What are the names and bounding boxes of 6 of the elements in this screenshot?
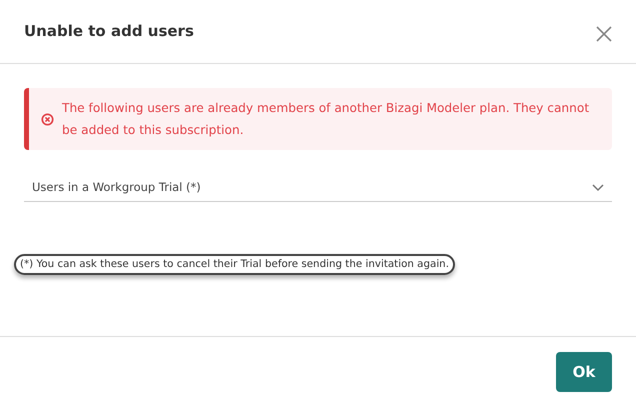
ok-button[interactable]: Ok — [556, 352, 612, 392]
chevron-down-icon — [592, 184, 604, 192]
footnote-text: (*) You can ask these users to cancel their Trial before sending the invitation again. — [14, 254, 455, 276]
error-icon — [41, 112, 54, 126]
error-message: The following users are already members of another Bizagi Modeler plan. They cannot be added to this subscription. — [62, 100, 590, 139]
dialog-title: Unable to add users — [24, 21, 194, 42]
